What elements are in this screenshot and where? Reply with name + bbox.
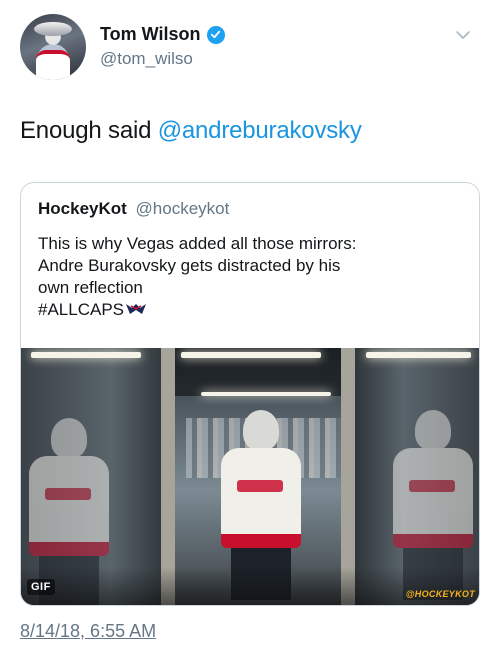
mention-link[interactable]: @andreburakovsky	[158, 117, 362, 144]
author-avatar[interactable]	[20, 14, 86, 80]
media-watermark: @HOCKEYKOT	[405, 589, 475, 599]
quoted-tweet[interactable]: HockeyKot @hockeykot This is why Vegas a…	[20, 182, 480, 606]
jersey-logo	[45, 488, 91, 500]
author-name[interactable]: Tom Wilson	[100, 24, 225, 45]
chevron-down-icon[interactable]	[454, 26, 472, 44]
hashtag-line: #ALLCAPS	[38, 299, 468, 321]
jersey-logo	[409, 480, 455, 492]
ceiling-light	[201, 392, 331, 396]
quoted-author: HockeyKot @hockeykot	[38, 199, 229, 219]
ceiling-light	[31, 352, 141, 358]
player-jersey	[393, 448, 473, 548]
quoted-text-line: This is why Vegas added all those mirror…	[38, 234, 357, 253]
player-jersey	[29, 456, 109, 556]
tweet-text: Enough said @andreburakovsky	[20, 117, 362, 145]
gif-media[interactable]: GIF @HOCKEYKOT	[21, 348, 479, 605]
player-jersey	[221, 448, 301, 548]
player-helmet	[243, 410, 279, 450]
author-display-name[interactable]: Tom Wilson	[100, 24, 201, 45]
author-info: Tom Wilson @tom_wilso	[100, 24, 225, 69]
tweet-header: Tom Wilson @tom_wilso	[20, 14, 480, 80]
jersey-shape	[36, 50, 70, 80]
ceiling-light	[366, 352, 471, 358]
verified-badge-icon	[206, 25, 225, 44]
quoted-text-line: own reflection	[38, 278, 143, 297]
quoted-text-line: Andre Burakovsky gets distracted by his	[38, 256, 341, 275]
ceiling-light	[181, 352, 321, 358]
jersey-logo	[237, 480, 283, 492]
stanley-cup-shape	[34, 22, 72, 36]
player-helmet	[51, 418, 87, 458]
gif-badge: GIF	[27, 579, 55, 595]
tweet-timestamp[interactable]: 8/14/18, 6:55 AM	[20, 621, 156, 642]
quoted-display-name[interactable]: HockeyKot	[38, 199, 127, 218]
quoted-handle[interactable]: @hockeykot	[136, 199, 230, 218]
quoted-text: This is why Vegas added all those mirror…	[38, 233, 468, 321]
floor-shadow	[21, 567, 479, 605]
player-helmet	[415, 410, 451, 450]
tweet-text-plain: Enough said	[20, 117, 158, 144]
author-handle[interactable]: @tom_wilso	[100, 49, 225, 69]
hashtag-link[interactable]: #ALLCAPS	[38, 300, 124, 319]
capitals-eagle-icon	[126, 304, 146, 314]
tweet: Tom Wilson @tom_wilso Enough said @andre…	[0, 0, 500, 658]
